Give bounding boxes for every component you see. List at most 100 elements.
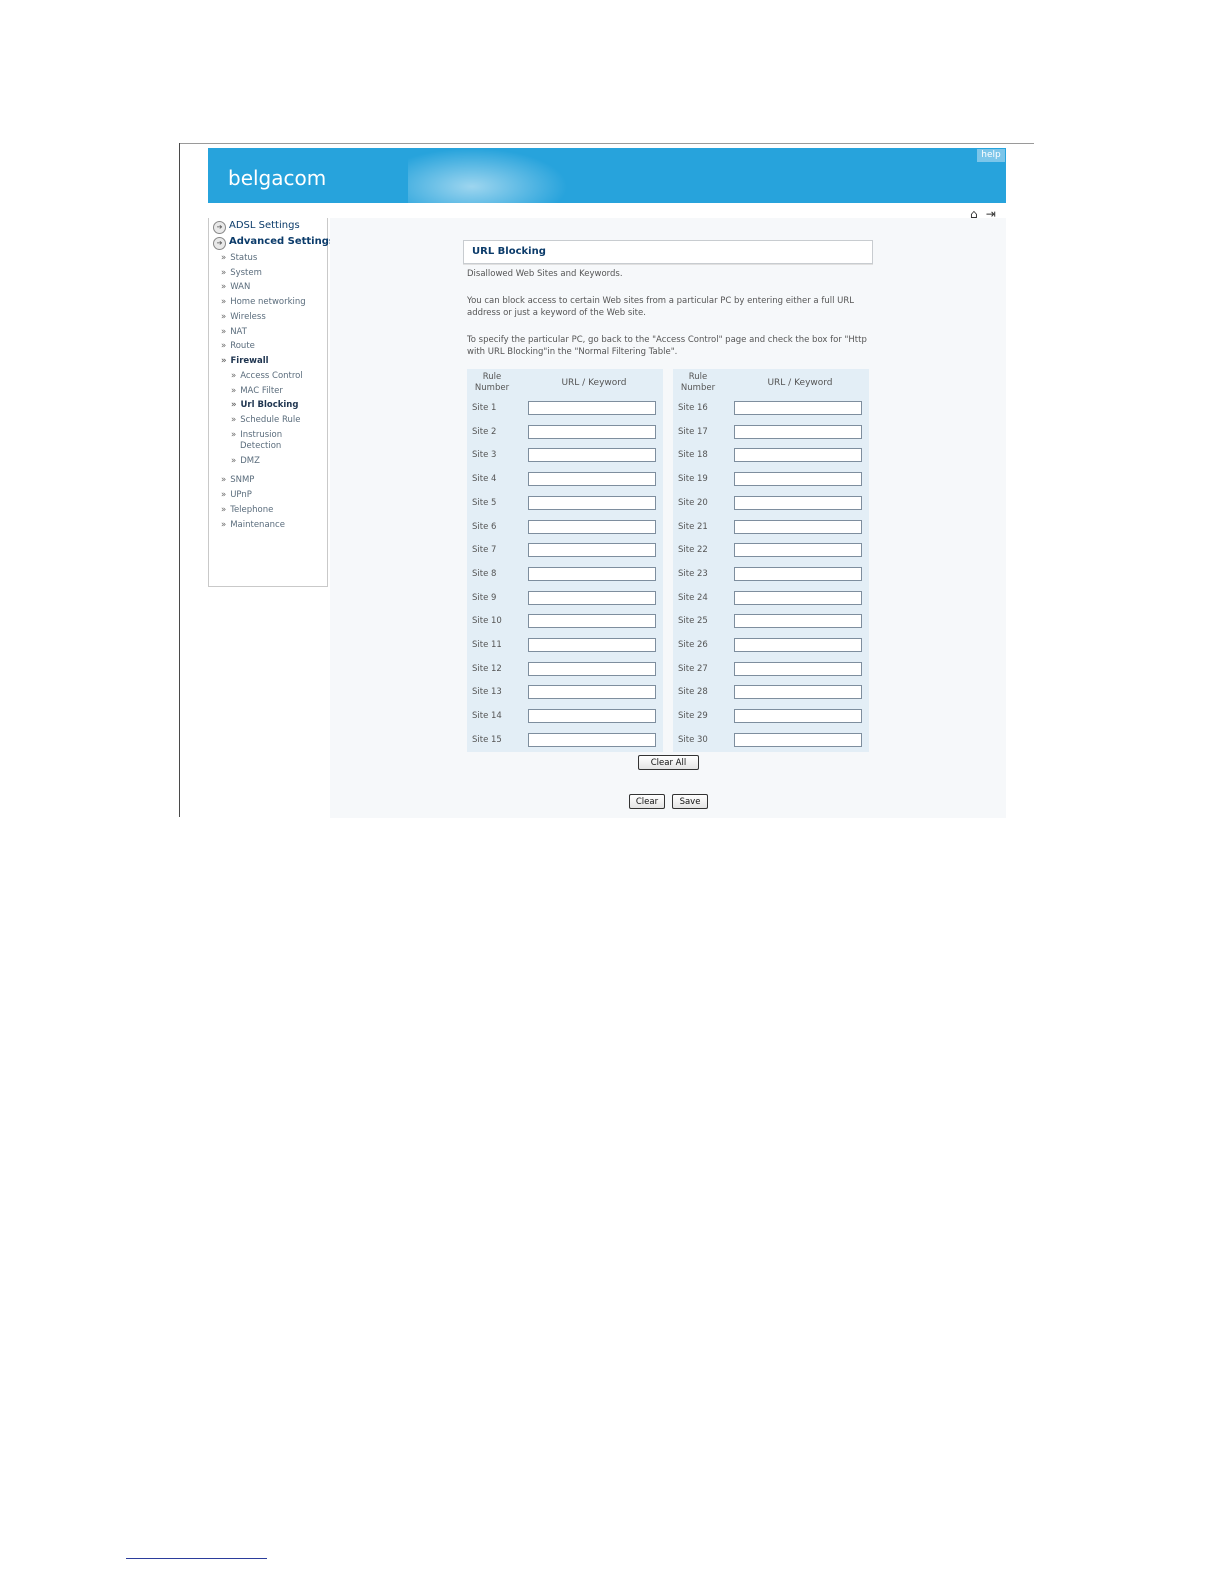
site-label: Site 4 [472, 474, 497, 485]
site-label: Site 24 [678, 592, 708, 603]
sidebar-item-status[interactable]: » Status [221, 253, 257, 264]
clear-button[interactable]: Clear [629, 794, 665, 809]
sidebar-item-maintenance[interactable]: » Maintenance [221, 520, 285, 531]
site-url-input[interactable] [734, 614, 862, 629]
sidebar-item-upnp[interactable]: » UPnP [221, 490, 252, 501]
site-url-input[interactable] [734, 638, 862, 652]
site-label: Site 21 [678, 521, 708, 532]
site-url-input[interactable] [528, 566, 656, 581]
save-button[interactable]: Save [672, 794, 708, 809]
site-label: Site 8 [472, 568, 497, 579]
site-url-input[interactable] [528, 661, 656, 676]
site-label: Site 16 [678, 403, 708, 413]
site-url-input[interactable] [528, 472, 656, 487]
site-label: Site 14 [472, 711, 502, 722]
site-label: Site 29 [678, 711, 708, 722]
site-url-input[interactable] [734, 472, 862, 487]
site-url-input[interactable] [734, 448, 862, 463]
sidebar-item-adsl-settings[interactable]: ➔ ADSL Settings [213, 220, 300, 234]
site-url-input[interactable] [528, 495, 656, 510]
site-url-input[interactable] [528, 448, 656, 463]
site-label: Site 19 [678, 474, 708, 485]
site-label: Site 23 [678, 568, 708, 579]
site-url-input[interactable] [528, 543, 656, 558]
site-label: Site 2 [472, 426, 497, 437]
help-link[interactable]: help [977, 149, 1005, 162]
arrow-circle-icon: ➔ [213, 237, 226, 250]
site-url-input[interactable] [528, 424, 656, 439]
sidebar-item-mac-filter[interactable]: » MAC Filter [231, 386, 283, 397]
site-url-input[interactable] [528, 732, 656, 747]
arrow-circle-icon: ➔ [213, 221, 226, 234]
site-url-input[interactable] [528, 590, 656, 605]
description-specify-pc: To specify the particular PC, go back to… [467, 335, 867, 357]
site-label: Site 12 [472, 663, 502, 674]
site-url-input[interactable] [734, 519, 862, 534]
panel-title-box: URL Blocking [463, 240, 873, 264]
url-keyword-header: URL / Keyword [767, 378, 833, 388]
sidebar-item-telephone[interactable]: » Telephone [221, 505, 273, 516]
site-label: Site 25 [678, 616, 708, 627]
site-url-input[interactable] [734, 495, 862, 510]
site-label: Site 17 [678, 426, 708, 437]
header-banner: belgacom help [208, 148, 1006, 203]
site-url-input[interactable] [528, 709, 656, 724]
site-label: Site 18 [678, 450, 708, 461]
belgacom-logo: belgacom [228, 166, 327, 190]
clear-all-button[interactable]: Clear All [638, 755, 699, 770]
sidebar-item-route[interactable]: » Route [221, 341, 255, 352]
site-url-input[interactable] [528, 685, 656, 700]
site-url-input[interactable] [734, 566, 862, 581]
sidebar-item-wireless[interactable]: » Wireless [221, 312, 266, 323]
sidebar-item-access-control[interactable]: » Access Control [231, 371, 303, 382]
frame-left-border [179, 143, 180, 817]
sidebar-item-intrusion-detection[interactable]: » Instrusion [231, 430, 282, 441]
site-label: Site 22 [678, 545, 708, 556]
logo-glow [408, 148, 568, 203]
sidebar-item-nat[interactable]: » NAT [221, 327, 247, 338]
sidebar-item-url-blocking[interactable]: » Url Blocking [231, 400, 298, 411]
site-url-input[interactable] [734, 401, 862, 415]
sidebar-item-home-networking[interactable]: » Home networking [221, 297, 306, 308]
site-url-input[interactable] [734, 424, 862, 439]
page-title: URL Blocking [472, 246, 546, 257]
sidebar-item-snmp[interactable]: » SNMP [221, 475, 254, 486]
site-label: Site 9 [472, 592, 497, 603]
sidebar-item-firewall[interactable]: » Firewall [221, 356, 269, 367]
site-url-input[interactable] [734, 661, 862, 676]
site-label: Site 5 [472, 497, 497, 508]
frame-top-border [179, 143, 1034, 144]
url-table-left: Rule Number URL / Keyword Site 1 Site 2 Si… [467, 369, 663, 752]
site-url-input[interactable] [734, 709, 862, 724]
site-url-input[interactable] [528, 401, 656, 415]
sidebar-item-advanced-settings[interactable]: ➔ Advanced Settings [213, 236, 335, 250]
site-url-input[interactable] [734, 590, 862, 605]
site-label: Site 1 [472, 403, 497, 413]
rule-number-header: Rule Number [474, 372, 510, 393]
sidebar-item-system[interactable]: » System [221, 268, 262, 279]
url-keyword-header: URL / Keyword [561, 378, 627, 388]
description-block-access: You can block access to certain Web site… [467, 296, 855, 318]
sidebar-item-intrusion-detection-line2[interactable]: Detection [240, 441, 281, 452]
site-label: Site 26 [678, 640, 708, 650]
site-label: Site 20 [678, 497, 708, 508]
site-url-input[interactable] [734, 685, 862, 700]
rule-number-header: Rule Number [680, 372, 716, 393]
sidebar: ➔ ADSL Settings ➔ Advanced Settings » Statu… [208, 218, 335, 587]
sidebar-item-dmz[interactable]: » DMZ [231, 456, 260, 467]
site-url-input[interactable] [528, 519, 656, 534]
site-label: Site 13 [472, 687, 502, 698]
site-url-input[interactable] [734, 543, 862, 558]
top-icons: ⌂ ⇥ [970, 203, 999, 221]
site-url-input[interactable] [528, 638, 656, 652]
site-label: Site 27 [678, 663, 708, 674]
site-url-input[interactable] [528, 614, 656, 629]
site-label: Site 11 [472, 640, 502, 650]
site-url-input[interactable] [734, 732, 862, 747]
sidebar-item-schedule-rule[interactable]: » Schedule Rule [231, 415, 300, 426]
site-label: Site 10 [472, 616, 502, 627]
footnote-divider [126, 1558, 267, 1559]
url-table-right: Rule Number URL / Keyword Site 16 Site 17… [673, 369, 869, 752]
site-label: Site 30 [678, 734, 708, 745]
sidebar-item-wan[interactable]: » WAN [221, 282, 250, 293]
